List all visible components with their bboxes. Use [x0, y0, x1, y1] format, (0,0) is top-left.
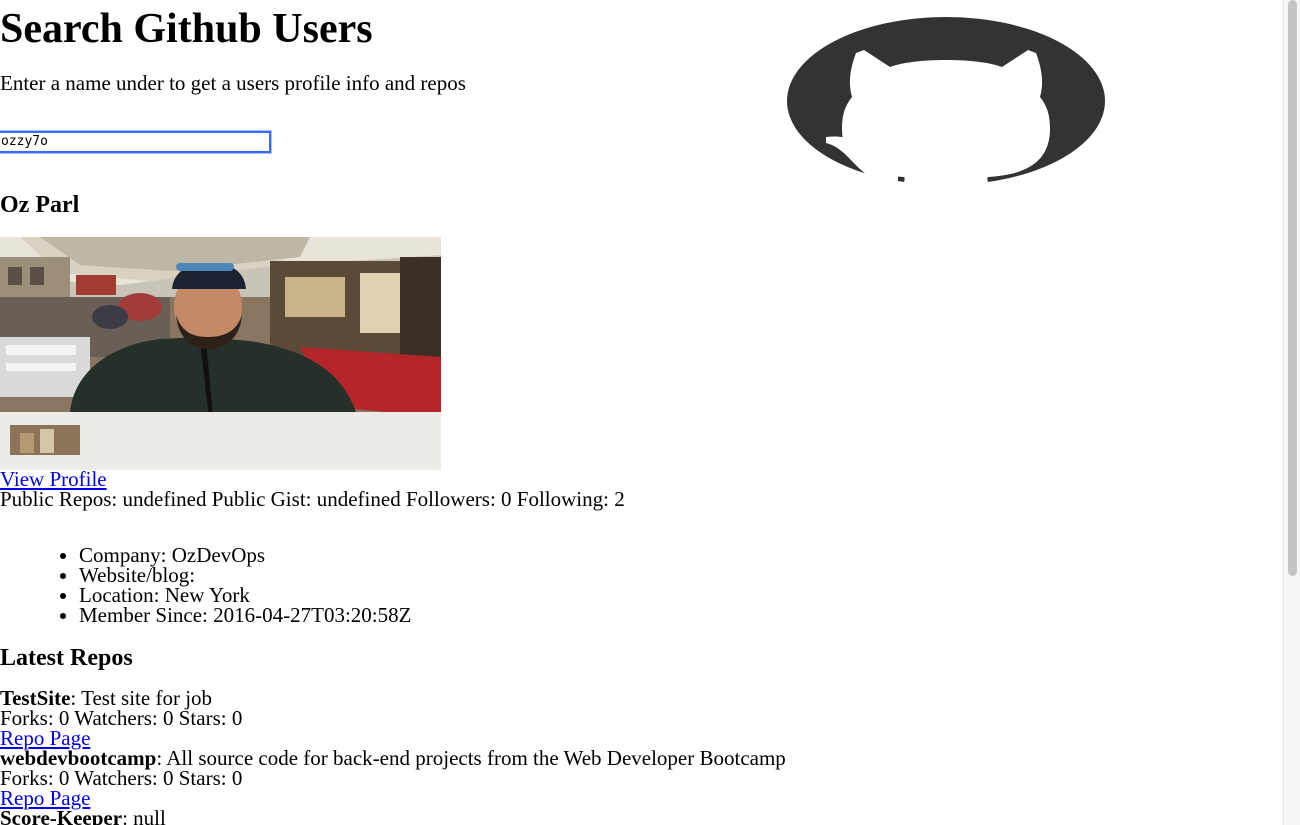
detail-location: Location: New York — [79, 585, 411, 606]
detail-member-since: Member Since: 2016-04-27T03:20:58Z — [79, 605, 411, 626]
page-title: Search Github Users — [0, 6, 373, 52]
detail-company: Company: OzDevOps — [79, 545, 411, 566]
page: Search Github Users Enter a name under t… — [0, 0, 1300, 825]
repos-heading: Latest Repos — [0, 645, 133, 671]
avatar-photo — [0, 237, 441, 470]
scrollbar-thumb[interactable] — [1288, 0, 1297, 576]
repo-counts: Forks: 0 Watchers: 0 Stars: 0 — [0, 706, 243, 730]
repo-item: webdevbootcamp: All source code for back… — [0, 746, 786, 809]
profile-details: Company: OzDevOps Website/blog: Location… — [0, 545, 411, 626]
repo-list: TestSite: Test site for job Forks: 0 Wat… — [0, 688, 786, 825]
vertical-scrollbar[interactable] — [1283, 0, 1300, 825]
detail-website: Website/blog: — [79, 565, 411, 586]
search-input[interactable] — [0, 130, 272, 154]
profile-stats: Public Repos: undefined Public Gist: und… — [0, 487, 625, 511]
github-logo-icon — [787, 17, 1105, 183]
avatar — [0, 237, 441, 470]
repo-name: Score-Keeper — [0, 806, 123, 825]
repo-item: TestSite: Test site for job Forks: 0 Wat… — [0, 688, 786, 749]
repo-description: : null — [122, 806, 166, 825]
repo-counts: Forks: 0 Watchers: 0 Stars: 0 — [0, 766, 243, 790]
repo-description: : All source code for back-end projects … — [156, 746, 786, 770]
intro-text: Enter a name under to get a users profil… — [0, 71, 466, 95]
repo-item: Score-Keeper: null — [0, 808, 786, 825]
user-name: Oz Parl — [0, 192, 80, 218]
